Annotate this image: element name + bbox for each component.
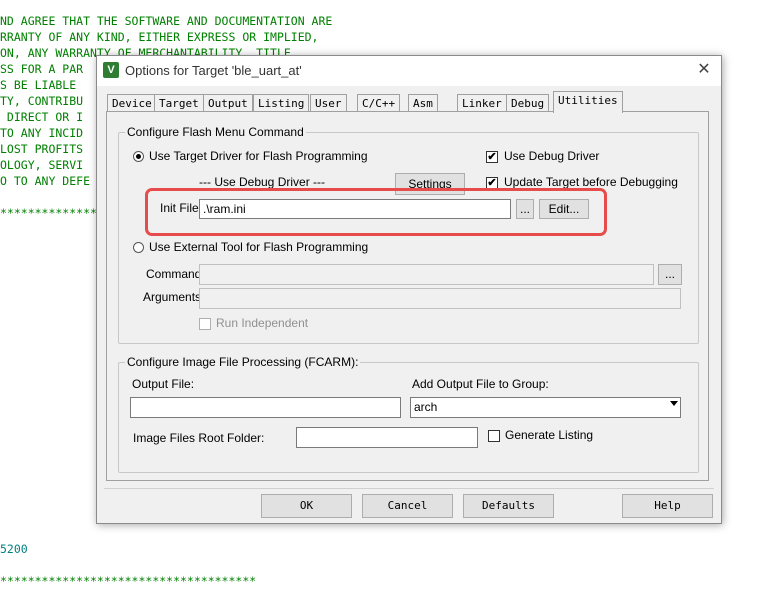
keil-app-icon: V: [103, 62, 119, 78]
tab-asm[interactable]: Asm: [408, 94, 438, 111]
output-file-label: Output File:: [132, 377, 195, 391]
code-line: TO ANY INCID: [0, 126, 84, 140]
tab-output[interactable]: Output: [203, 94, 253, 111]
code-line: SS FOR A PAR: [0, 62, 84, 76]
generate-listing-checkbox[interactable]: [488, 430, 500, 442]
flash-driver-select[interactable]: --- Use Debug Driver ---: [199, 175, 325, 189]
dialog-titlebar[interactable]: V Options for Target 'ble_uart_at' ✕: [97, 56, 721, 86]
use-debug-driver-checkbox[interactable]: ✔: [486, 151, 498, 163]
help-button[interactable]: Help: [622, 494, 713, 518]
output-file-input[interactable]: [130, 397, 401, 418]
use-external-tool-radio[interactable]: [133, 242, 144, 253]
code-line: S BE LIABLE: [0, 78, 77, 92]
image-processing-group: Configure Image File Processing (FCARM):…: [118, 355, 699, 473]
code-line: OLOGY, SERVI: [0, 158, 84, 172]
root-folder-input[interactable]: [296, 427, 478, 448]
tab-listing[interactable]: Listing: [253, 94, 310, 111]
dialog-button-bar: OK Cancel Defaults Help: [104, 488, 714, 521]
arguments-input[interactable]: [199, 288, 681, 309]
flash-menu-group: Configure Flash Menu Command Use Target …: [118, 125, 699, 344]
options-dialog: V Options for Target 'ble_uart_at' ✕ Dev…: [96, 55, 722, 524]
update-target-label: Update Target before Debugging: [504, 175, 678, 189]
code-line: DIRECT OR I: [0, 110, 84, 124]
add-output-group-label: Add Output File to Group:: [412, 377, 549, 391]
root-folder-label: Image Files Root Folder:: [133, 431, 265, 445]
use-target-driver-radio[interactable]: [133, 151, 144, 162]
command-label: Command:: [146, 267, 205, 281]
tab-cpp[interactable]: C/C++: [357, 94, 401, 111]
code-line: O TO ANY DEFE: [0, 174, 91, 188]
tab-linker[interactable]: Linker: [457, 94, 507, 111]
run-independent-checkbox[interactable]: [199, 318, 211, 330]
command-input[interactable]: [199, 264, 654, 285]
code-line: LOST PROFITS: [0, 142, 84, 156]
chevron-down-icon: [670, 401, 678, 406]
tab-target[interactable]: Target: [154, 94, 204, 111]
use-target-driver-label: Use Target Driver for Flash Programming: [149, 149, 368, 163]
cancel-button[interactable]: Cancel: [362, 494, 453, 518]
output-group-select[interactable]: arch: [410, 397, 681, 418]
code-line: RRANTY OF ANY KIND, EITHER EXPRESS OR IM…: [0, 30, 319, 44]
run-independent-label: Run Independent: [216, 316, 309, 330]
code-line: ****************: [0, 206, 111, 220]
generate-listing-label: Generate Listing: [505, 428, 594, 442]
code-line: 5200: [0, 542, 28, 556]
flash-menu-group-label: Configure Flash Menu Command: [125, 125, 306, 139]
close-button[interactable]: ✕: [693, 59, 715, 81]
command-browse-button[interactable]: ...: [658, 264, 682, 285]
output-group-value: arch: [414, 400, 438, 414]
image-processing-group-label: Configure Image File Processing (FCARM):: [125, 355, 361, 369]
utilities-tab-panel: Configure Flash Menu Command Use Target …: [106, 111, 709, 481]
arguments-label: Arguments:: [143, 290, 205, 304]
tab-user[interactable]: User: [310, 94, 347, 111]
use-debug-driver-label: Use Debug Driver: [504, 149, 600, 163]
code-line: TY, CONTRIBU: [0, 94, 84, 108]
code-line: *************************************: [0, 574, 257, 588]
defaults-button[interactable]: Defaults: [463, 494, 554, 518]
tab-debug[interactable]: Debug: [506, 94, 550, 111]
code-line: ND AGREE THAT THE SOFTWARE AND DOCUMENTA…: [0, 14, 333, 28]
annotation-highlight: [145, 188, 607, 236]
tab-device[interactable]: Device: [107, 94, 157, 111]
ok-button[interactable]: OK: [261, 494, 352, 518]
tab-utilities[interactable]: Utilities: [553, 91, 623, 113]
dialog-title: Options for Target 'ble_uart_at': [125, 63, 302, 78]
use-external-tool-label: Use External Tool for Flash Programming: [149, 240, 369, 254]
